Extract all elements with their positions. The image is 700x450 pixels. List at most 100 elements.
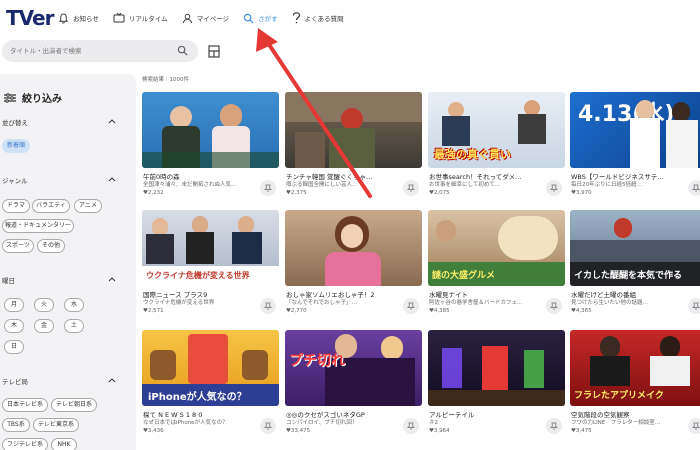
video-thumbnail[interactable]: 4.13(水) [570, 92, 700, 168]
tver-logo[interactable]: TVer [6, 6, 54, 30]
video-card[interactable]: フラレたアプリメイク 空気階段の空気観察 フワの力LINE フラレター相談室… … [570, 330, 700, 442]
video-card[interactable]: 4.13(水) WBS【ワールドビジネスサテ… 毎日20年ぶりに日経5倍超… ♥… [570, 92, 700, 204]
nav-search[interactable]: さがす [243, 13, 278, 24]
thumbnail-caption: イカした醍醐を本気で作る [574, 271, 683, 281]
video-thumbnail[interactable] [285, 210, 422, 286]
chip-genre-other[interactable]: その他 [37, 239, 65, 253]
search-bar [2, 40, 198, 62]
add-favorite-button[interactable] [688, 298, 700, 314]
station-section-title: テレビ局 [2, 378, 28, 386]
favorite-count: ♥2,770 [286, 308, 307, 314]
weekday-section-title: 曜日 [2, 277, 15, 285]
add-favorite-button[interactable] [546, 180, 562, 196]
chip-day-thu[interactable]: 木 [4, 319, 24, 333]
pin-icon [549, 184, 559, 192]
nav-faq[interactable]: よくある質問 [292, 12, 344, 24]
video-thumbnail[interactable] [285, 92, 422, 168]
search-input[interactable] [10, 44, 170, 58]
video-card[interactable]: 午前0時の森 全国津々浦々、未だ開拓されぬ人気… ♥2,232 [142, 92, 279, 204]
video-thumbnail[interactable] [142, 92, 279, 168]
thumbnail-caption: フラレたアプリメイク [574, 391, 664, 401]
video-subtitle: ＃2 [429, 420, 438, 426]
chip-genre-sports[interactable]: スポーツ [2, 239, 34, 253]
video-thumbnail[interactable]: プチ切れ [285, 330, 422, 406]
video-subtitle: ウクライナ危機が変える世界 [143, 300, 215, 306]
video-card[interactable]: イカした醍醐を本気で作る 水曜だけど土曜の番組 見つけたら生いたい他の話題… ♥… [570, 210, 700, 322]
nav-realtime[interactable]: リアルタイム [113, 12, 168, 24]
chip-sort-newest[interactable]: 新着順 [2, 139, 30, 153]
pin-icon [691, 302, 700, 310]
filter-title: 絞り込み [22, 94, 62, 105]
video-card[interactable]: アルピーテイル ＃2 ♥3,964 [428, 330, 565, 442]
tv-icon [113, 12, 125, 22]
chip-day-sun[interactable]: 日 [4, 340, 24, 354]
video-card[interactable]: おしゃ家ソムリエおしゃ子！2 「なんでそれでおしゃ子」… ♥2,770 [285, 210, 422, 322]
video-thumbnail[interactable]: イカした醍醐を本気で作る [570, 210, 700, 286]
chip-station-ntv[interactable]: 日本テレビ系 [2, 398, 48, 412]
thumbnail-caption: ウクライナ危機が変える世界 [146, 271, 250, 280]
video-card[interactable]: 最強の真ぐ貫い お世事search！それってダメ… お世事を細幸にして初めて… … [428, 92, 565, 204]
nav-mypage[interactable]: マイページ [182, 13, 229, 24]
add-favorite-button[interactable] [546, 298, 562, 314]
video-card[interactable]: ウクライナ危機が変える世界 国際ニュース プラス9 ウクライナ危機が変える世界 … [142, 210, 279, 322]
add-favorite-button[interactable] [260, 298, 276, 314]
chevron-up-icon[interactable] [108, 177, 116, 182]
chip-genre-documentary[interactable]: 報道・ドキュメンタリー [2, 219, 74, 233]
pin-icon [406, 302, 416, 310]
pin-icon [549, 422, 559, 430]
video-subtitle: 毎日20年ぶりに日経5倍超… [571, 182, 642, 188]
video-subtitle: なぜ日本ではiPhoneが人気なの？ [143, 420, 228, 426]
video-thumbnail[interactable]: フラレたアプリメイク [570, 330, 700, 406]
pin-icon [406, 422, 416, 430]
chip-day-fri[interactable]: 金 [34, 319, 54, 333]
chip-day-wed[interactable]: 水 [64, 298, 84, 312]
chevron-up-icon[interactable] [108, 277, 116, 282]
video-card[interactable]: チンチャ韓国 覚醒ぐくちゃ… 噂ぶる韓国全開にしい芸人… ♥2,375 [285, 92, 422, 204]
add-favorite-button[interactable] [688, 418, 700, 434]
video-subtitle: 「なんでそれでおしゃ子」… [286, 300, 358, 306]
filter-icon [4, 92, 16, 103]
favorite-count: ♥4,365 [571, 308, 592, 314]
search-submit-icon[interactable] [177, 45, 188, 56]
pin-icon [691, 422, 700, 430]
nav-notifications[interactable]: お知らせ [58, 12, 99, 24]
add-favorite-button[interactable] [403, 180, 419, 196]
video-thumbnail[interactable]: iPhoneが人気なの？ [142, 330, 279, 406]
video-thumbnail[interactable]: 最強の真ぐ貫い [428, 92, 565, 168]
video-subtitle: 見つけたら生いたい他の話題… [571, 300, 649, 306]
genre-section-title: ジャンル [2, 177, 28, 185]
image-search-icon[interactable] [208, 45, 220, 58]
video-thumbnail[interactable]: 謎の大盛グルメ [428, 210, 565, 286]
video-subtitle: お世事を細幸にして初めて… [429, 182, 501, 188]
chevron-up-icon[interactable] [108, 119, 116, 124]
video-card[interactable]: プチ切れ ◎◎のクセがスゴいネタGP コンパイロイ、プチ切れ回！ ♥33,475 [285, 330, 422, 442]
add-favorite-button[interactable] [403, 418, 419, 434]
favorite-count: ♥3,436 [143, 428, 164, 434]
chip-genre-anime[interactable]: アニメ [74, 199, 102, 213]
chip-genre-variety[interactable]: バラエティ [32, 199, 70, 213]
add-favorite-button[interactable] [260, 180, 276, 196]
add-favorite-button[interactable] [688, 180, 700, 196]
chevron-up-icon[interactable] [108, 378, 116, 383]
sort-section-title: 並び替え [2, 119, 28, 127]
chip-day-sat[interactable]: 土 [64, 319, 84, 333]
chip-station-nhk[interactable]: NHK [51, 438, 77, 450]
video-subtitle: 阿佐ヶ谷の巻学舎屋＆バードカフェ… [429, 300, 523, 306]
chip-genre-drama[interactable]: ドラマ [2, 199, 30, 213]
chip-station-fuji[interactable]: フジテレビ系 [2, 438, 48, 450]
add-favorite-button[interactable] [260, 418, 276, 434]
add-favorite-button[interactable] [546, 418, 562, 434]
video-card[interactable]: 謎の大盛グルメ 水曜見ナイト 阿佐ヶ谷の巻学舎屋＆バードカフェ… ♥4,385 [428, 210, 565, 322]
chip-station-tvtokyo[interactable]: テレビ東京系 [33, 418, 79, 432]
nav-label: リアルタイム [128, 15, 168, 23]
favorite-count: ♥2,571 [143, 308, 164, 314]
add-favorite-button[interactable] [403, 298, 419, 314]
chip-day-mon[interactable]: 月 [4, 298, 24, 312]
video-card[interactable]: iPhoneが人気なの？ 探て N E W S 1 8 0 なぜ日本ではiPho… [142, 330, 279, 442]
chip-station-tbs[interactable]: TBS系 [2, 418, 30, 432]
chip-day-tue[interactable]: 火 [34, 298, 54, 312]
chip-station-tvasahi[interactable]: テレビ朝日系 [51, 398, 97, 412]
video-thumbnail[interactable]: ウクライナ危機が変える世界 [142, 210, 279, 286]
favorite-count: ♥3,475 [571, 428, 592, 434]
video-thumbnail[interactable] [428, 330, 565, 406]
